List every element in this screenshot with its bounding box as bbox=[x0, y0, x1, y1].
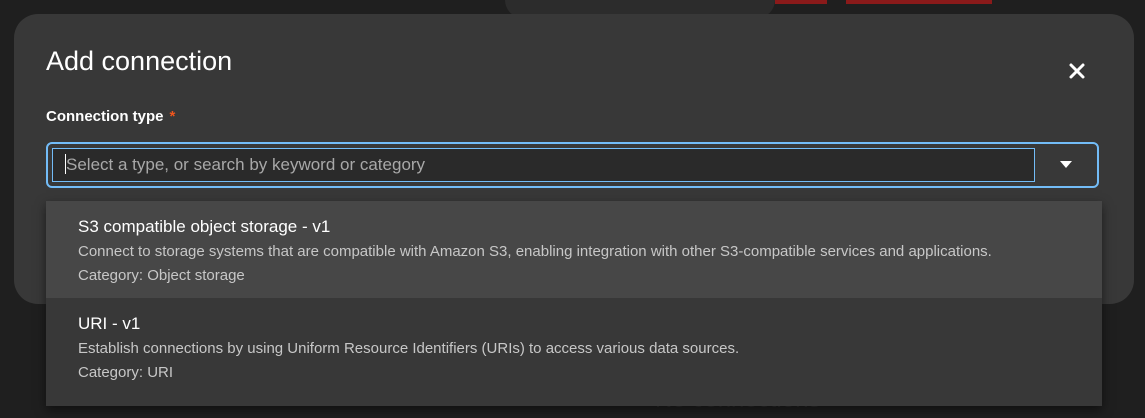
menu-option-s3[interactable]: S3 compatible object storage - v1 Connec… bbox=[46, 201, 1102, 298]
connection-type-toggle-button[interactable] bbox=[1043, 148, 1091, 182]
option-description: Establish connections by using Uniform R… bbox=[78, 340, 740, 357]
menu-option-uri[interactable]: URI - v1 Establish connections by using … bbox=[46, 298, 1102, 406]
option-category: Category: URI bbox=[78, 364, 174, 381]
option-category: Category: Object storage bbox=[78, 267, 245, 284]
text-cursor bbox=[65, 154, 66, 174]
option-title: S3 compatible object storage - v1 bbox=[78, 217, 331, 236]
background-button-edge bbox=[846, 0, 992, 4]
option-description: Connect to storage systems that are comp… bbox=[78, 243, 992, 260]
caret-down-icon bbox=[1060, 161, 1072, 168]
connection-type-label-text: Connection type bbox=[46, 108, 164, 125]
background-button-edge bbox=[775, 0, 827, 4]
connection-type-menu: S3 compatible object storage - v1 Connec… bbox=[46, 201, 1102, 406]
close-icon bbox=[1069, 63, 1085, 79]
connection-type-search-input[interactable] bbox=[52, 148, 1035, 182]
connection-type-typeahead bbox=[46, 142, 1099, 188]
close-button[interactable] bbox=[1064, 58, 1090, 84]
required-marker: * bbox=[169, 108, 176, 125]
option-title: URI - v1 bbox=[78, 314, 141, 333]
connection-type-label: Connection type * bbox=[46, 108, 175, 125]
modal-title: Add connection bbox=[46, 46, 233, 76]
